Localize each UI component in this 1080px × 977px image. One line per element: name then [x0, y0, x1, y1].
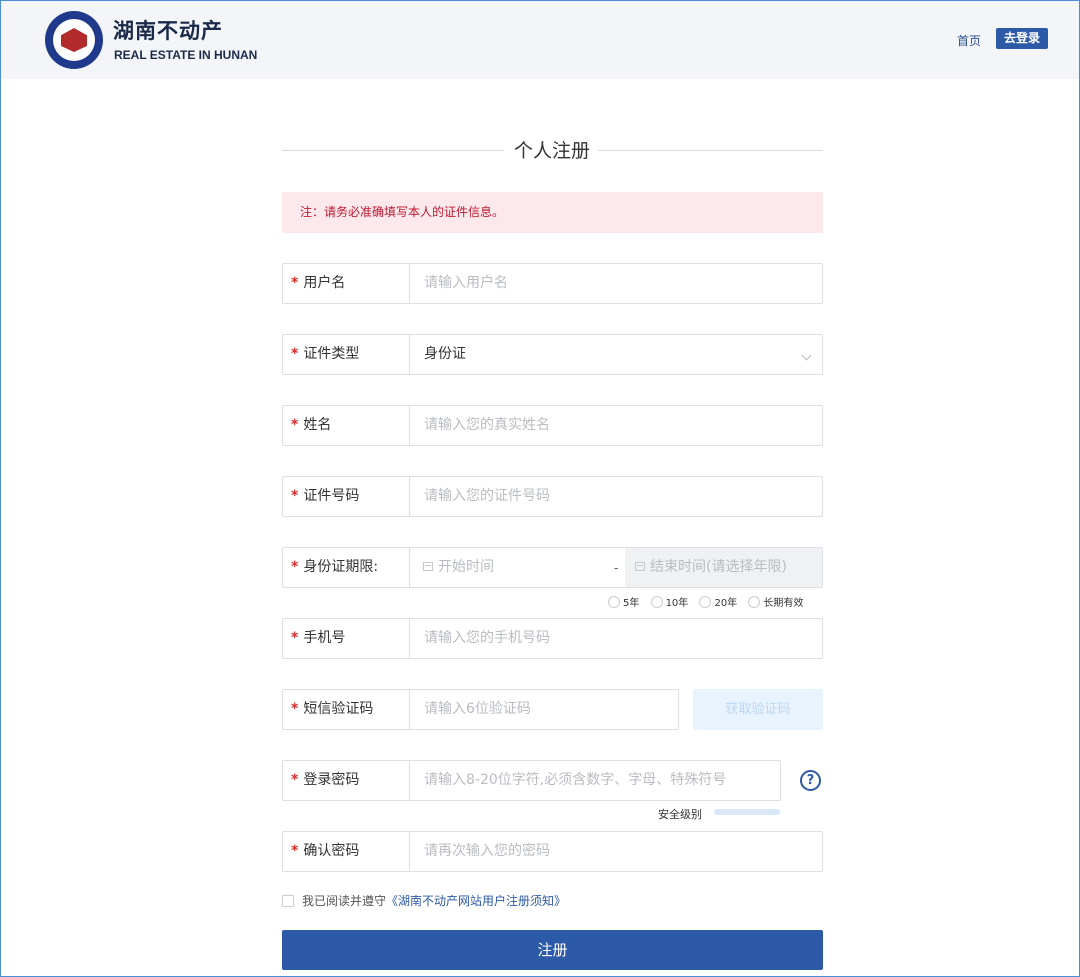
required-mark: * — [291, 275, 299, 291]
brand-title: 湖南不动产 — [113, 19, 223, 43]
validity-options: 5年 10年 20年 长期有效 — [608, 594, 811, 609]
logo — [45, 11, 103, 69]
id-type-select[interactable]: 身份证 — [424, 335, 466, 374]
required-mark: * — [291, 772, 299, 788]
radio-label: 长期有效 — [763, 598, 804, 609]
notice-banner: 注：请务必准确填写本人的证件信息。 — [282, 192, 823, 233]
chevron-down-icon[interactable] — [801, 350, 812, 361]
password-input[interactable]: 请输入8-20位字符,必须含数字、字母、特殊符号 — [424, 761, 726, 800]
name-label: * 姓名 — [283, 406, 410, 445]
phone-input[interactable]: 请输入您的手机号码 — [424, 619, 550, 658]
password-strength-bar — [714, 809, 780, 815]
required-mark: * — [291, 843, 299, 859]
required-mark: * — [291, 630, 299, 646]
required-mark: * — [291, 488, 299, 504]
radio-10-years[interactable] — [650, 595, 663, 608]
phone-label: * 手机号 — [283, 619, 410, 658]
password-strength-label: 安全级别 — [658, 808, 702, 821]
register-button[interactable]: 注册 — [282, 930, 823, 970]
id-number-input[interactable]: 请输入您的证件号码 — [424, 477, 550, 516]
title-divider-left — [282, 150, 504, 151]
help-icon[interactable]: ? — [800, 770, 821, 791]
id-number-label: * 证件号码 — [283, 477, 410, 516]
username-input[interactable]: 请输入用户名 — [424, 264, 508, 303]
login-button[interactable]: 去登录 — [996, 28, 1048, 49]
radio-label: 5年 — [623, 598, 640, 609]
confirm-password-label: * 确认密码 — [283, 832, 410, 871]
name-input[interactable]: 请输入您的真实姓名 — [424, 406, 550, 445]
title-divider-right — [598, 150, 823, 151]
radio-label: 20年 — [714, 598, 738, 609]
confirm-password-input[interactable]: 请再次输入您的密码 — [424, 832, 550, 871]
agreement-row: 我已阅读并遵守《湖南不动产网站用户注册须知》 — [282, 892, 566, 909]
id-type-label: * 证件类型 — [283, 335, 410, 374]
required-mark: * — [291, 559, 299, 575]
calendar-icon — [635, 562, 645, 571]
date-separator: - — [614, 561, 619, 575]
sms-code-input[interactable]: 请输入6位验证码 — [424, 690, 531, 729]
nav-home-link[interactable]: 首页 — [957, 32, 981, 49]
agreement-link[interactable]: 《湖南不动产网站用户注册须知》 — [386, 894, 566, 908]
get-sms-code-button[interactable]: 获取验证码 — [693, 689, 823, 730]
brand-subtitle: REAL ESTATE IN HUNAN — [114, 48, 258, 62]
page-title: 个人注册 — [513, 140, 590, 162]
confirm-password-row: * 确认密码 请再次输入您的密码 — [282, 831, 823, 872]
id-number-row: * 证件号码 请输入您的证件号码 — [282, 476, 823, 517]
header: 湖南不动产 REAL ESTATE IN HUNAN 首页 去登录 — [1, 1, 1079, 79]
id-validity-row: * 身份证期限: 开始时间 - 结束时间(请选择年限) — [282, 547, 823, 588]
id-type-row: * 证件类型 身份证 — [282, 334, 823, 375]
radio-permanent[interactable] — [748, 595, 761, 608]
required-mark: * — [291, 417, 299, 433]
agreement-text: 我已阅读并遵守 — [302, 894, 387, 908]
page-title-block: 个人注册 — [282, 136, 823, 164]
sms-code-row: * 短信验证码 请输入6位验证码 — [282, 689, 679, 730]
required-mark: * — [291, 701, 299, 717]
required-mark: * — [291, 346, 299, 362]
start-date-input[interactable]: 开始时间 — [420, 548, 494, 587]
sms-code-label: * 短信验证码 — [283, 690, 410, 729]
name-row: * 姓名 请输入您的真实姓名 — [282, 405, 823, 446]
password-label: * 登录密码 — [283, 761, 410, 800]
radio-20-years[interactable] — [699, 595, 712, 608]
phone-row: * 手机号 请输入您的手机号码 — [282, 618, 823, 659]
agreement-checkbox[interactable] — [282, 894, 294, 907]
radio-5-years[interactable] — [608, 595, 620, 608]
end-date-input[interactable]: 结束时间(请选择年限) — [625, 548, 822, 587]
id-validity-label: * 身份证期限: — [283, 548, 410, 587]
username-label: * 用户名 — [283, 264, 410, 303]
username-row: * 用户名 请输入用户名 — [282, 263, 823, 304]
password-row: * 登录密码 请输入8-20位字符,必须含数字、字母、特殊符号 — [282, 760, 781, 801]
radio-label: 10年 — [665, 598, 689, 609]
calendar-icon — [423, 562, 433, 571]
